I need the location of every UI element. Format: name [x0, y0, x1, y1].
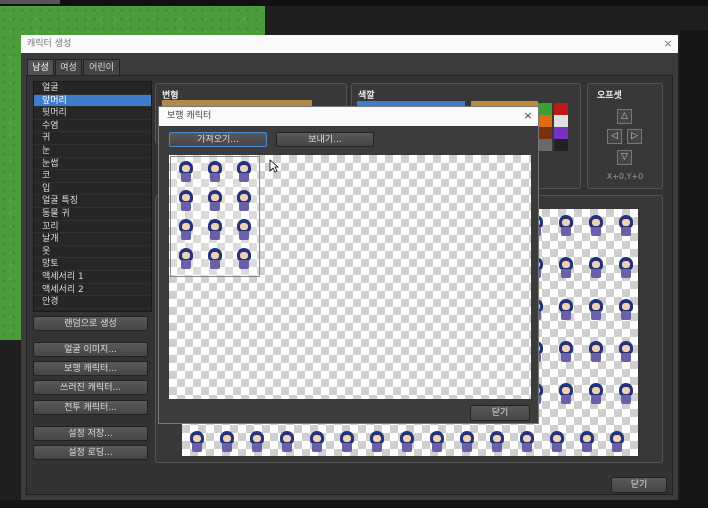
character-sprite: [218, 431, 236, 453]
list-item[interactable]: 귀: [34, 132, 151, 145]
window-title: 캐릭터 생성: [21, 35, 678, 53]
list-item[interactable]: 수염: [34, 120, 151, 133]
character-sprite: [235, 161, 253, 183]
character-sprite: [188, 431, 206, 453]
sprite-sheet-frame: [170, 156, 260, 277]
window-close-icon[interactable]: ×: [661, 35, 675, 53]
character-sprite: [578, 431, 596, 453]
list-item[interactable]: 망토: [34, 258, 151, 271]
color-label: 색깔: [358, 91, 375, 101]
mouse-cursor-icon: [269, 159, 279, 173]
offset-readout: X+0,Y+0: [606, 172, 644, 181]
color-swatches-column-2[interactable]: [554, 103, 568, 151]
load-settings-button[interactable]: 설정 로딩...: [33, 445, 148, 460]
walking-character-canvas: [169, 155, 531, 399]
character-sprite: [557, 299, 575, 321]
battle-character-button[interactable]: 전투 캐릭터...: [33, 400, 148, 415]
character-sprite: [557, 341, 575, 363]
character-sprite: [206, 190, 224, 212]
character-sprite: [308, 431, 326, 453]
character-sprite: [338, 431, 356, 453]
save-settings-button[interactable]: 설정 저장...: [33, 426, 148, 441]
character-sprite: [458, 431, 476, 453]
list-item[interactable]: 얼굴 특징: [34, 195, 151, 208]
list-item-selected[interactable]: 앞머리: [34, 94, 151, 108]
list-item[interactable]: 얼굴: [34, 82, 151, 95]
dialog-close-button[interactable]: 닫기: [470, 405, 530, 421]
offset-up-button[interactable]: △: [617, 109, 632, 124]
face-image-button[interactable]: 얼굴 이미지...: [33, 342, 148, 357]
character-sprite: [617, 257, 635, 279]
dialog-title: 보행 캐릭터: [159, 107, 538, 126]
close-button[interactable]: 닫기: [611, 477, 667, 493]
damage-character-button[interactable]: 쓰러진 캐릭터...: [33, 380, 148, 395]
random-generate-button[interactable]: 랜덤으로 생성: [33, 316, 148, 331]
character-sprite: [608, 431, 626, 453]
tab-female[interactable]: 여성: [55, 59, 82, 75]
character-sprite: [206, 219, 224, 241]
list-item[interactable]: 액세서리 1: [34, 271, 151, 284]
walking-character-dialog: 보행 캐릭터 × 가져오기... 보내기... 닫기: [158, 106, 539, 424]
character-sprite: [177, 219, 195, 241]
list-item[interactable]: 액세서리 2: [34, 284, 151, 297]
character-sprite: [617, 341, 635, 363]
list-item[interactable]: 눈: [34, 145, 151, 158]
offset-right-button[interactable]: ▷: [627, 129, 642, 144]
tab-male[interactable]: 남성: [27, 59, 54, 75]
character-sprite: [428, 431, 446, 453]
character-sprite: [587, 299, 605, 321]
character-sprite: [278, 431, 296, 453]
character-sprite: [235, 248, 253, 270]
character-sprite: [557, 215, 575, 237]
character-sprite: [518, 431, 536, 453]
dialog-close-icon[interactable]: ×: [521, 107, 535, 125]
character-sprite: [557, 257, 575, 279]
desktop-bottom-edge: [0, 500, 708, 508]
desktop-right-edge: [680, 30, 708, 508]
character-sprite: [548, 431, 566, 453]
desktop-top-tab: [0, 0, 60, 4]
offset-down-button[interactable]: ▽: [617, 150, 632, 165]
list-item[interactable]: 코: [34, 170, 151, 183]
character-sprite: [248, 431, 266, 453]
tab-child[interactable]: 어린이: [83, 59, 120, 75]
list-item[interactable]: 옷: [34, 246, 151, 259]
character-sprite: [617, 299, 635, 321]
character-sprite: [177, 248, 195, 270]
list-item[interactable]: 동물 귀: [34, 208, 151, 221]
list-item[interactable]: 날개: [34, 233, 151, 246]
character-sprite: [587, 257, 605, 279]
character-sprite: [235, 190, 253, 212]
character-sprite: [617, 215, 635, 237]
character-sprite: [368, 431, 386, 453]
import-button[interactable]: 가져오기...: [169, 132, 267, 147]
character-sprite: [488, 431, 506, 453]
parts-list[interactable]: 얼굴 앞머리 뒷머리 수염 귀 눈 눈썹 코 입 얼굴 특징 동물 귀 꼬리 날…: [33, 81, 152, 312]
character-sprite: [557, 383, 575, 405]
character-sprite: [587, 383, 605, 405]
character-sprite: [587, 215, 605, 237]
character-sprite: [235, 219, 253, 241]
offset-left-button[interactable]: ◁: [607, 129, 622, 144]
character-sprite: [177, 161, 195, 183]
character-sprite: [177, 190, 195, 212]
character-sprite: [617, 383, 635, 405]
list-item[interactable]: 입: [34, 183, 151, 196]
list-item[interactable]: 뒷머리: [34, 107, 151, 120]
character-sprite: [206, 161, 224, 183]
export-button[interactable]: 보내기...: [276, 132, 374, 147]
list-item[interactable]: 눈썹: [34, 158, 151, 171]
list-item[interactable]: 꼬리: [34, 221, 151, 234]
character-sprite: [398, 431, 416, 453]
walking-character-button[interactable]: 보행 캐릭터...: [33, 361, 148, 376]
offset-label: 오프셋: [597, 91, 622, 101]
color-swatches-column-1[interactable]: [538, 103, 552, 151]
list-item[interactable]: 안경: [34, 296, 151, 309]
character-sprite: [587, 341, 605, 363]
character-sprite: [206, 248, 224, 270]
